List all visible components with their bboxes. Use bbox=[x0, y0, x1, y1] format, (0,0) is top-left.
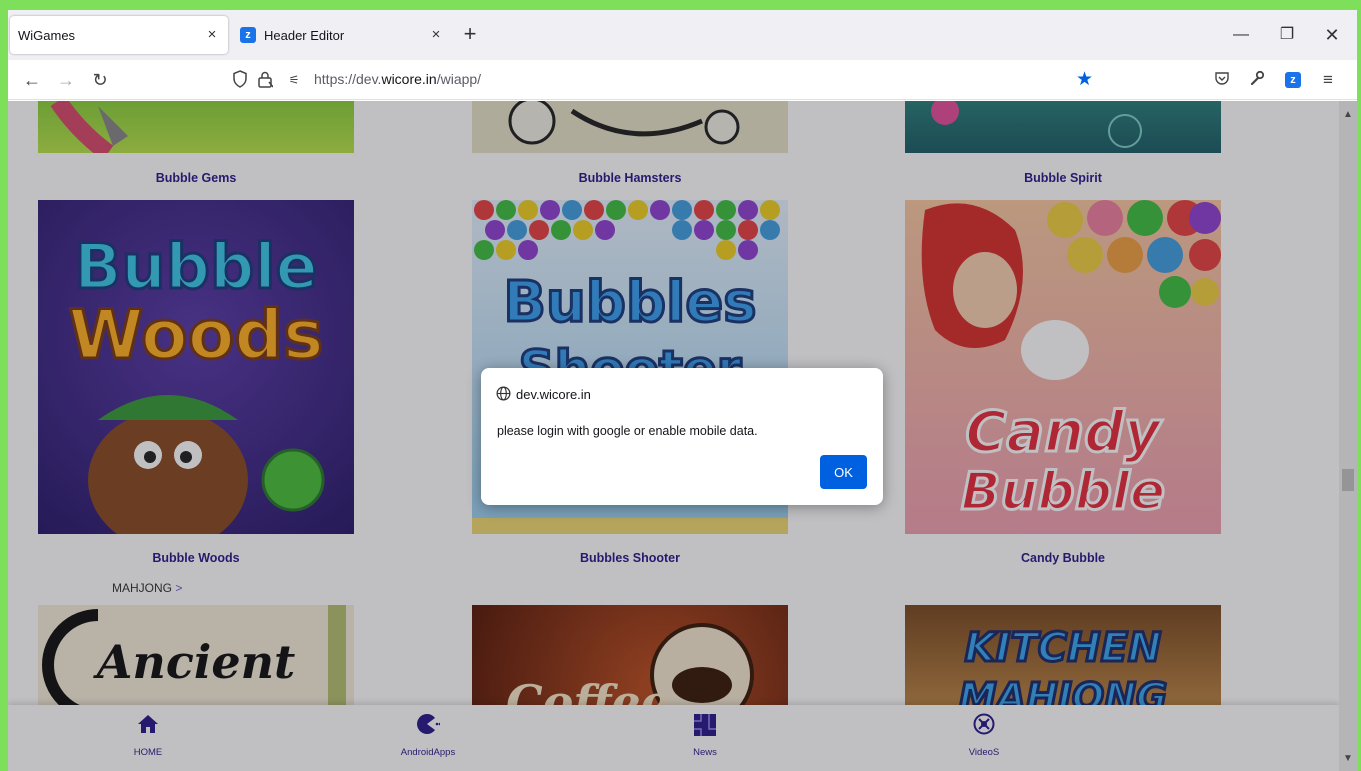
menu-icon[interactable]: ≡ bbox=[1318, 70, 1338, 90]
url-prefix: https://dev. bbox=[314, 71, 382, 87]
header-editor-extension-icon: z bbox=[1285, 72, 1301, 88]
extension-icon[interactable]: z bbox=[1283, 70, 1303, 90]
wrench-icon[interactable] bbox=[1247, 70, 1267, 90]
tab-header-editor[interactable]: z Header Editor × bbox=[234, 16, 452, 54]
restore-button[interactable]: ❐ bbox=[1274, 22, 1300, 48]
ok-button[interactable]: OK bbox=[820, 455, 867, 489]
pocket-icon[interactable] bbox=[1212, 70, 1232, 90]
header-editor-favicon-icon: z bbox=[240, 27, 256, 43]
tab-title: WiGames bbox=[18, 27, 76, 43]
lock-icon[interactable] bbox=[255, 70, 275, 90]
tab-wigames[interactable]: WiGames × bbox=[10, 16, 228, 54]
navigation-bar: ← → ↻ ⚟ https://dev.wicore.in/wiapp/ ★ z… bbox=[8, 60, 1357, 100]
minimize-button[interactable]: — bbox=[1228, 22, 1254, 48]
tab-close-icon[interactable]: × bbox=[426, 25, 446, 45]
dialog-message: please login with google or enable mobil… bbox=[497, 424, 758, 438]
tab-strip: WiGames × z Header Editor × + — ❐ ✕ bbox=[8, 10, 1357, 60]
tab-title: Header Editor bbox=[264, 27, 345, 43]
bookmark-star-icon[interactable]: ★ bbox=[1076, 68, 1093, 91]
globe-icon bbox=[496, 386, 511, 404]
dialog-origin: dev.wicore.in bbox=[516, 387, 591, 402]
url-bar[interactable]: https://dev.wicore.in/wiapp/ bbox=[314, 71, 481, 87]
url-path: /wiapp/ bbox=[436, 71, 482, 87]
reload-icon[interactable]: ↻ bbox=[88, 68, 112, 92]
shield-icon[interactable] bbox=[230, 70, 250, 90]
forward-icon[interactable]: → bbox=[54, 68, 78, 92]
new-tab-button[interactable]: + bbox=[459, 23, 481, 46]
browser-window: WiGames × z Header Editor × + — ❐ ✕ ← → … bbox=[8, 10, 1357, 771]
alert-dialog: dev.wicore.in please login with google o… bbox=[481, 368, 883, 505]
tab-close-icon[interactable]: × bbox=[202, 25, 222, 45]
close-window-button[interactable]: ✕ bbox=[1319, 22, 1345, 48]
back-icon[interactable]: ← bbox=[20, 68, 44, 92]
permissions-icon[interactable]: ⚟ bbox=[284, 70, 304, 90]
url-domain: wicore.in bbox=[381, 71, 437, 87]
